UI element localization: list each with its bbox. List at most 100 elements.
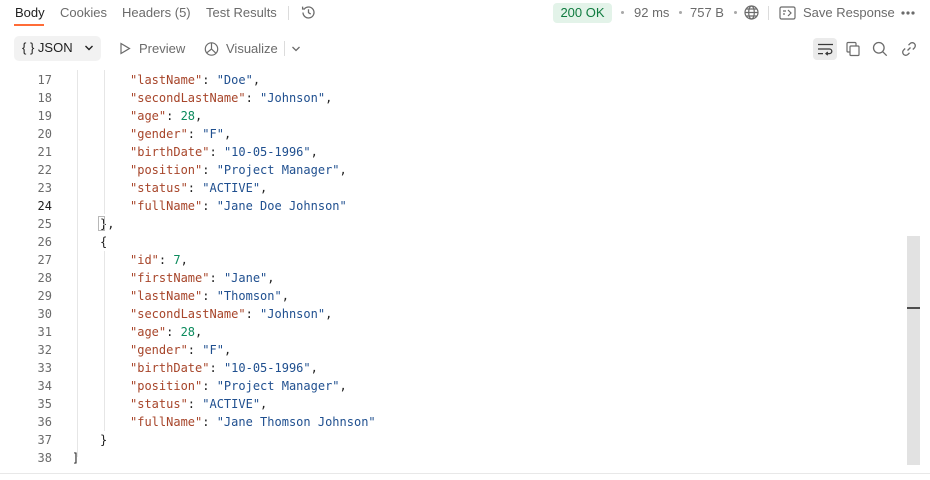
code-token: : bbox=[202, 379, 217, 393]
scrollbar-thumb[interactable] bbox=[907, 236, 920, 465]
line-number: 19 bbox=[37, 109, 52, 123]
code-token: , bbox=[195, 109, 203, 123]
copy-icon[interactable] bbox=[845, 41, 861, 57]
tab-test-results[interactable]: Test Results bbox=[206, 5, 277, 20]
code-token: "gender" bbox=[130, 127, 188, 141]
status-badge[interactable]: 200 OK bbox=[553, 3, 612, 23]
code-token: "Jane Doe Johnson" bbox=[216, 199, 347, 213]
code-token: , bbox=[195, 325, 203, 339]
code-token: : bbox=[202, 199, 217, 213]
code-token: : bbox=[209, 145, 224, 159]
line-number: 24 bbox=[37, 199, 52, 213]
save-response-icon[interactable] bbox=[779, 6, 796, 20]
line-number: 23 bbox=[37, 181, 52, 195]
preview-icon[interactable] bbox=[119, 42, 131, 55]
code-token: , bbox=[223, 127, 232, 141]
history-icon[interactable] bbox=[300, 4, 317, 21]
line-number: 32 bbox=[37, 343, 52, 357]
code-token: : bbox=[202, 415, 217, 429]
save-response-button[interactable]: Save Response bbox=[803, 5, 895, 20]
code-line: 26 { bbox=[0, 233, 905, 251]
line-number: 26 bbox=[37, 235, 52, 249]
code-token: "fullName" bbox=[130, 199, 203, 213]
code-text: "age": 28, bbox=[130, 323, 202, 341]
meta-separator bbox=[621, 11, 624, 14]
code-token: , bbox=[180, 253, 188, 267]
code-line: 18 "secondLastName": "Johnson", bbox=[0, 89, 905, 107]
code-token: : bbox=[202, 289, 217, 303]
preview-button[interactable]: Preview bbox=[139, 41, 185, 56]
code-token: : bbox=[187, 127, 203, 141]
code-line: 33 "birthDate": "10-05-1996", bbox=[0, 359, 905, 377]
tab-body[interactable]: Body bbox=[15, 5, 45, 20]
code-text: "gender": "F", bbox=[130, 341, 231, 359]
code-line: 34 "position": "Project Manager", bbox=[0, 377, 905, 395]
matching-bracket-highlight bbox=[98, 216, 105, 231]
tab-headers[interactable]: Headers (5) bbox=[122, 5, 191, 20]
code-token: "Doe" bbox=[216, 73, 253, 87]
response-size[interactable]: 757 B bbox=[690, 5, 724, 20]
link-icon[interactable] bbox=[901, 41, 917, 57]
code-text: "status": "ACTIVE", bbox=[130, 395, 267, 413]
code-token: "Project Manager" bbox=[216, 163, 340, 177]
code-line: 31 "age": 28, bbox=[0, 323, 905, 341]
code-text: "position": "Project Manager", bbox=[130, 377, 347, 395]
line-number: 38 bbox=[37, 451, 52, 465]
code-line: 17 "lastName": "Doe", bbox=[0, 71, 905, 89]
line-number: 31 bbox=[37, 325, 52, 339]
line-number: 29 bbox=[37, 289, 52, 303]
code-token: ] bbox=[72, 451, 80, 465]
code-text: "birthDate": "10-05-1996", bbox=[130, 359, 318, 377]
line-number: 30 bbox=[37, 307, 52, 321]
code-token: "birthDate" bbox=[130, 145, 210, 159]
search-icon[interactable] bbox=[872, 41, 888, 57]
tab-cookies[interactable]: Cookies bbox=[60, 5, 107, 20]
indent-guide bbox=[104, 251, 105, 431]
code-line: 23 "status": "ACTIVE", bbox=[0, 179, 905, 197]
code-token: "secondLastName" bbox=[130, 307, 246, 321]
response-time[interactable]: 92 ms bbox=[634, 5, 669, 20]
meta-separator bbox=[734, 11, 737, 14]
code-token: "F" bbox=[202, 343, 224, 357]
code-token: : bbox=[187, 397, 203, 411]
response-tabs-bar: Body Cookies Headers (5) Test Results 20… bbox=[0, 0, 930, 26]
globe-icon[interactable] bbox=[743, 4, 760, 21]
panel-bottom-border bbox=[0, 473, 930, 474]
code-text: "secondLastName": "Johnson", bbox=[130, 89, 332, 107]
line-number: 28 bbox=[37, 271, 52, 285]
indent-guide bbox=[104, 70, 105, 214]
line-number: 36 bbox=[37, 415, 52, 429]
line-number: 33 bbox=[37, 361, 52, 375]
chevron-down-icon[interactable] bbox=[291, 45, 301, 53]
code-token: , bbox=[325, 91, 333, 105]
code-line: 22 "position": "Project Manager", bbox=[0, 161, 905, 179]
code-token: 28 bbox=[180, 325, 196, 339]
line-number: 25 bbox=[37, 217, 52, 231]
code-token: , bbox=[310, 145, 318, 159]
code-token: "age" bbox=[130, 325, 167, 339]
code-line: 24 "fullName": "Jane Doe Johnson" bbox=[0, 197, 905, 215]
code-text: "lastName": "Thomson", bbox=[130, 287, 289, 305]
code-text: "id": 7, bbox=[130, 251, 188, 269]
code-token: "id" bbox=[130, 253, 159, 267]
code-text: "firstName": "Jane", bbox=[130, 269, 275, 287]
code-token: 28 bbox=[180, 109, 196, 123]
visualize-icon[interactable] bbox=[203, 41, 220, 57]
code-line: 19 "age": 28, bbox=[0, 107, 905, 125]
visualize-button[interactable]: Visualize bbox=[226, 41, 278, 56]
more-icon[interactable] bbox=[900, 8, 916, 18]
code-token: "lastName" bbox=[130, 289, 203, 303]
code-token: , bbox=[281, 289, 289, 303]
code-token: "10-05-1996" bbox=[223, 145, 311, 159]
response-code-viewer[interactable]: 17 "lastName": "Doe", 18 "secondLastName": … bbox=[0, 70, 930, 472]
format-dropdown-label: { } JSON bbox=[22, 40, 73, 55]
code-token: "status" bbox=[130, 397, 188, 411]
code-token: } bbox=[100, 433, 108, 447]
code-text: "status": "ACTIVE", bbox=[130, 179, 267, 197]
code-token: : bbox=[187, 343, 203, 357]
code-token: , bbox=[260, 181, 268, 195]
code-text: "lastName": "Doe", bbox=[130, 71, 260, 89]
line-number: 34 bbox=[37, 379, 52, 393]
code-token: "firstName" bbox=[130, 271, 210, 285]
code-line: 38] bbox=[0, 449, 905, 467]
